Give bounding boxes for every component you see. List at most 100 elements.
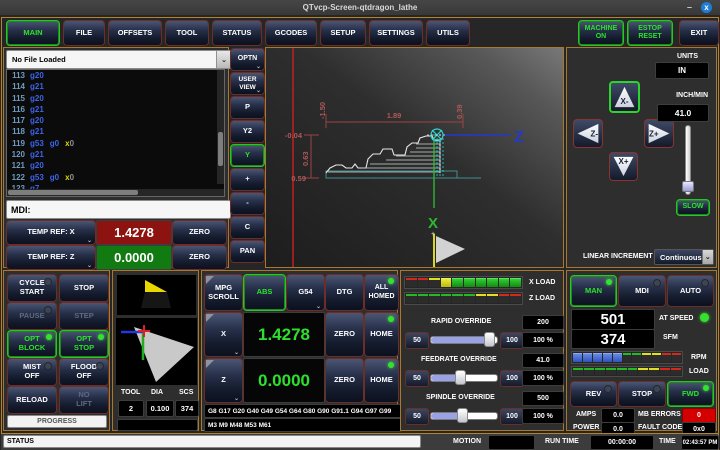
chevron-down-icon: ⌄ — [316, 304, 321, 310]
mdi-input[interactable]: MDI: — [6, 200, 231, 219]
all-homed-button[interactable]: ALL HOMED — [364, 274, 399, 311]
spindle-stop-button[interactable]: STOP — [618, 381, 666, 407]
jog-z-minus-button[interactable]: Z- — [573, 119, 603, 148]
rapid-min-button[interactable]: 50 — [405, 332, 429, 349]
mpg-scroll-button[interactable]: MPG SCROLL — [204, 274, 243, 311]
zoom-out-button[interactable]: - — [230, 192, 265, 215]
view-p-button[interactable]: P — [230, 96, 265, 119]
gcode-preview[interactable]: -1.50 1.89 0.39 -0.04 0.63 0.59 — [265, 47, 564, 268]
feed-max-button[interactable]: 100 — [500, 370, 524, 387]
opt-stop-led — [98, 334, 104, 340]
tool-label: TOOL — [121, 389, 140, 396]
all-homed-led — [388, 278, 394, 284]
gcode-line: 120g21 — [9, 150, 224, 161]
view-y-button[interactable]: Y — [230, 144, 265, 167]
feed-min-button[interactable]: 50 — [405, 370, 429, 387]
toolpath-canvas: -1.50 1.89 0.39 -0.04 0.63 0.59 — [266, 48, 563, 267]
view-pan-button[interactable]: PAN — [230, 240, 265, 263]
spindle-slider[interactable] — [430, 408, 498, 423]
slider-handle[interactable] — [682, 181, 694, 192]
axis-z-button[interactable]: Z⌄ — [204, 358, 243, 403]
tab-file[interactable]: FILE — [63, 20, 105, 46]
jog-rate-value: 41.0 — [657, 104, 709, 122]
pause-button[interactable]: PAUSE — [7, 302, 57, 330]
auto-mode-button[interactable]: AUTO — [667, 275, 714, 307]
zoom-in-button[interactable]: + — [230, 168, 265, 191]
cycle-start-button[interactable]: CYCLE START — [7, 274, 57, 302]
tool-origin-cross: + — [431, 231, 435, 238]
temp-ref-x-button[interactable]: TEMP REF: X ⌄ — [6, 220, 96, 245]
man-mode-button[interactable]: MAN — [570, 275, 617, 307]
tab-gcodes[interactable]: GCODES — [265, 20, 317, 46]
dtg-button[interactable]: DTG — [325, 274, 364, 311]
temp-ref-z-button[interactable]: TEMP REF: Z ⌄ — [6, 245, 96, 270]
chevron-down-icon[interactable]: ⌄ — [216, 51, 231, 68]
tab-main[interactable]: MAIN — [6, 20, 60, 46]
tab-status[interactable]: STATUS — [212, 20, 262, 46]
spindle-fwd-button[interactable]: FWD — [667, 381, 714, 407]
power-label: POWER — [573, 424, 599, 431]
tab-settings[interactable]: SETTINGS — [369, 20, 423, 46]
exit-button[interactable]: EXIT — [679, 20, 719, 46]
view-user-view-button[interactable]: USER VIEW⌄ — [230, 72, 265, 95]
jog-x-plus-button[interactable]: X+ — [609, 152, 638, 181]
view-optn-button[interactable]: OPTN⌄ — [230, 48, 265, 71]
rapid-max-button[interactable]: 100 — [500, 332, 524, 349]
tool-shape-icon — [116, 318, 197, 385]
vertical-scrollbar[interactable] — [217, 70, 224, 184]
zero-z-button[interactable]: ZERO — [172, 245, 227, 270]
jog-rate-slider[interactable] — [682, 125, 694, 195]
axis-x-button[interactable]: X⌄ — [204, 312, 243, 357]
gcode-line: 121g20 — [9, 161, 224, 172]
mdi-mode-button[interactable]: MDI — [618, 275, 666, 307]
view-y2-button[interactable]: Y2 — [230, 120, 265, 143]
stop-button[interactable]: STOP — [59, 274, 109, 302]
opt-block-button[interactable]: OPT BLOCK — [7, 330, 57, 358]
tool-number-value: 2 — [118, 400, 144, 417]
qtdragon-lathe-window: QTvcp-Screen-qtdragon_lathe – x MAIN FIL… — [0, 0, 720, 450]
slider-handle[interactable] — [457, 408, 468, 423]
rapid-slider[interactable] — [430, 332, 498, 347]
spindle-rev-button[interactable]: REV — [570, 381, 617, 407]
tab-setup[interactable]: SETUP — [320, 20, 366, 46]
z-load-bar — [404, 292, 523, 305]
zero-x-axis-button[interactable]: ZERO — [325, 312, 364, 357]
mist-button[interactable]: MIST OFF — [7, 358, 57, 386]
home-z-button[interactable]: HOME — [364, 358, 399, 403]
slider-handle[interactable] — [484, 332, 495, 347]
spindle-min-button[interactable]: 50 — [405, 408, 429, 425]
step-button[interactable]: STEP — [59, 302, 109, 330]
machine-on-button[interactable]: MACHINE ON — [578, 20, 624, 46]
file-combo[interactable]: No File Loaded ⌄ — [6, 50, 232, 69]
dro-panel: MPG SCROLL ABS G54⌄ DTG ALL HOMED X⌄ 1.4… — [201, 270, 398, 431]
file-panel: No File Loaded ⌄ 113g20 114g21 115g20 11… — [3, 47, 229, 268]
horizontal-scrollbar[interactable] — [7, 189, 225, 196]
spindle-max-button[interactable]: 100 — [500, 408, 524, 425]
jog-z-plus-button[interactable]: Z+ — [644, 119, 674, 148]
reload-button[interactable]: RELOAD — [7, 386, 57, 414]
minimize-icon[interactable]: – — [687, 3, 692, 11]
home-x-button[interactable]: HOME — [364, 312, 399, 357]
tool-scs-value: 374 — [175, 400, 199, 417]
titlebar: QTvcp-Screen-qtdragon_lathe – x — [0, 0, 720, 15]
estop-reset-button[interactable]: ESTOP RESET — [627, 20, 673, 46]
tab-offsets[interactable]: OFFSETS — [108, 20, 162, 46]
no-lift-button[interactable]: NO LIFT — [59, 386, 109, 414]
linear-increment-combo[interactable]: Continuous ⌄ — [654, 249, 714, 265]
tab-utils[interactable]: UTILS — [426, 20, 470, 46]
zero-z-axis-button[interactable]: ZERO — [325, 358, 364, 403]
view-clear-button[interactable]: C — [230, 216, 265, 239]
tool-shape-view — [116, 318, 197, 385]
gcode-list[interactable]: 113g20 114g21 115g20 116g21 117g20 118g2… — [6, 69, 225, 197]
slider-handle[interactable] — [455, 370, 466, 385]
feed-slider[interactable] — [430, 370, 498, 385]
flood-button[interactable]: FLOOD OFF — [59, 358, 109, 386]
tab-tool[interactable]: TOOL — [165, 20, 209, 46]
opt-stop-button[interactable]: OPT STOP — [59, 330, 109, 358]
jog-x-minus-button[interactable]: X- — [609, 81, 640, 113]
g54-button[interactable]: G54⌄ — [286, 274, 325, 311]
slow-button[interactable]: SLOW — [676, 199, 710, 216]
close-icon[interactable]: x — [701, 2, 712, 13]
abs-button[interactable]: ABS — [243, 274, 286, 311]
zero-x-button[interactable]: ZERO — [172, 220, 227, 245]
